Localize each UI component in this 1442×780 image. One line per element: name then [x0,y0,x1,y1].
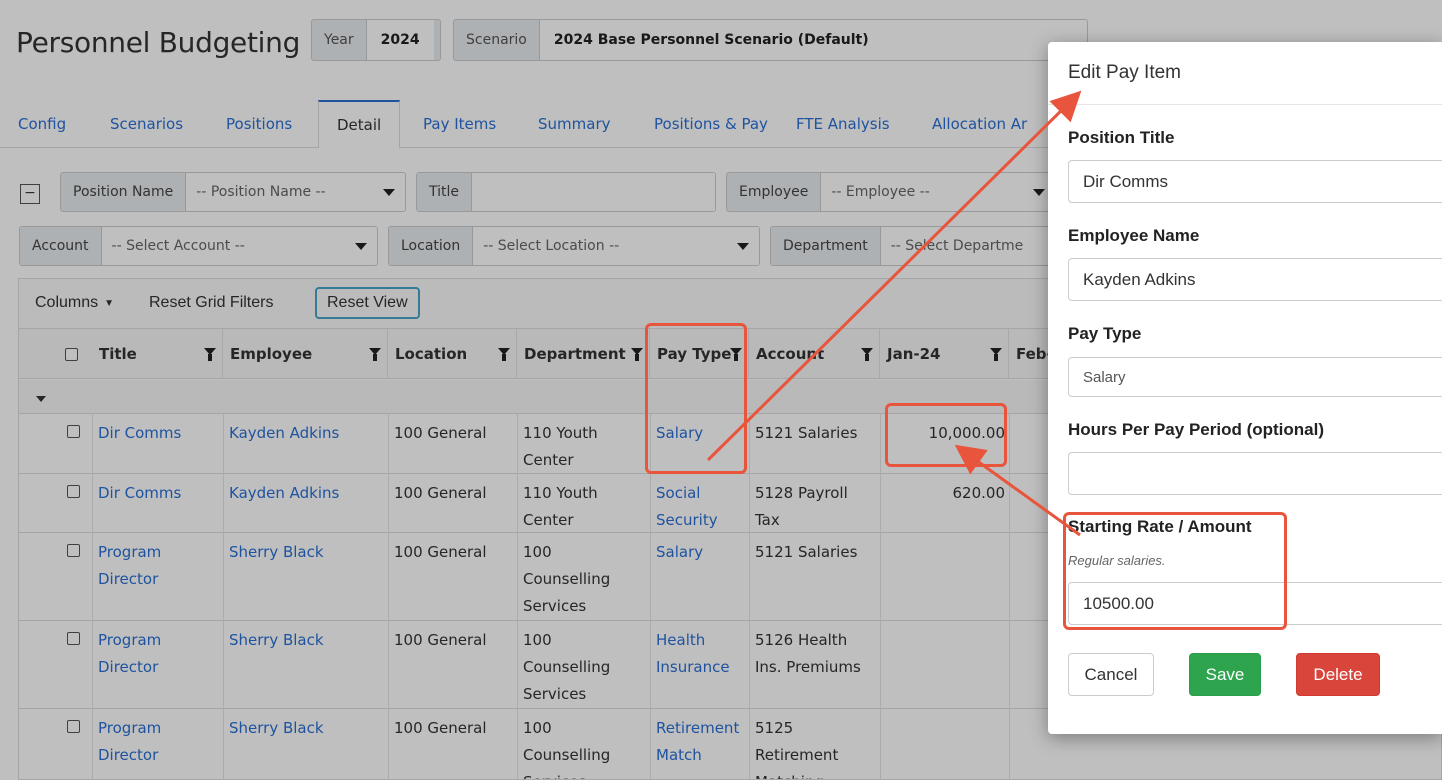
cancel-button[interactable]: Cancel [1068,653,1154,696]
edit-pay-item-modal: Edit Pay Item Position Title Dir Comms E… [1048,42,1442,734]
hours-field[interactable] [1068,452,1442,495]
pay-type-label: Pay Type [1068,324,1142,343]
pay-type-highlight [645,323,747,474]
starting-rate-highlight [1063,512,1287,630]
hours-label: Hours Per Pay Period (optional) [1068,420,1324,439]
delete-button[interactable]: Delete [1296,653,1380,696]
jan-value-highlight [885,403,1007,467]
pay-type-select[interactable]: Salary [1068,357,1442,397]
modal-divider [1048,104,1442,105]
position-title-label: Position Title [1068,128,1175,147]
modal-title: Edit Pay Item [1068,62,1181,83]
employee-name-field[interactable]: Kayden Adkins [1068,258,1442,301]
save-button[interactable]: Save [1189,653,1261,696]
employee-name-label: Employee Name [1068,226,1200,245]
position-title-field[interactable]: Dir Comms [1068,160,1442,203]
